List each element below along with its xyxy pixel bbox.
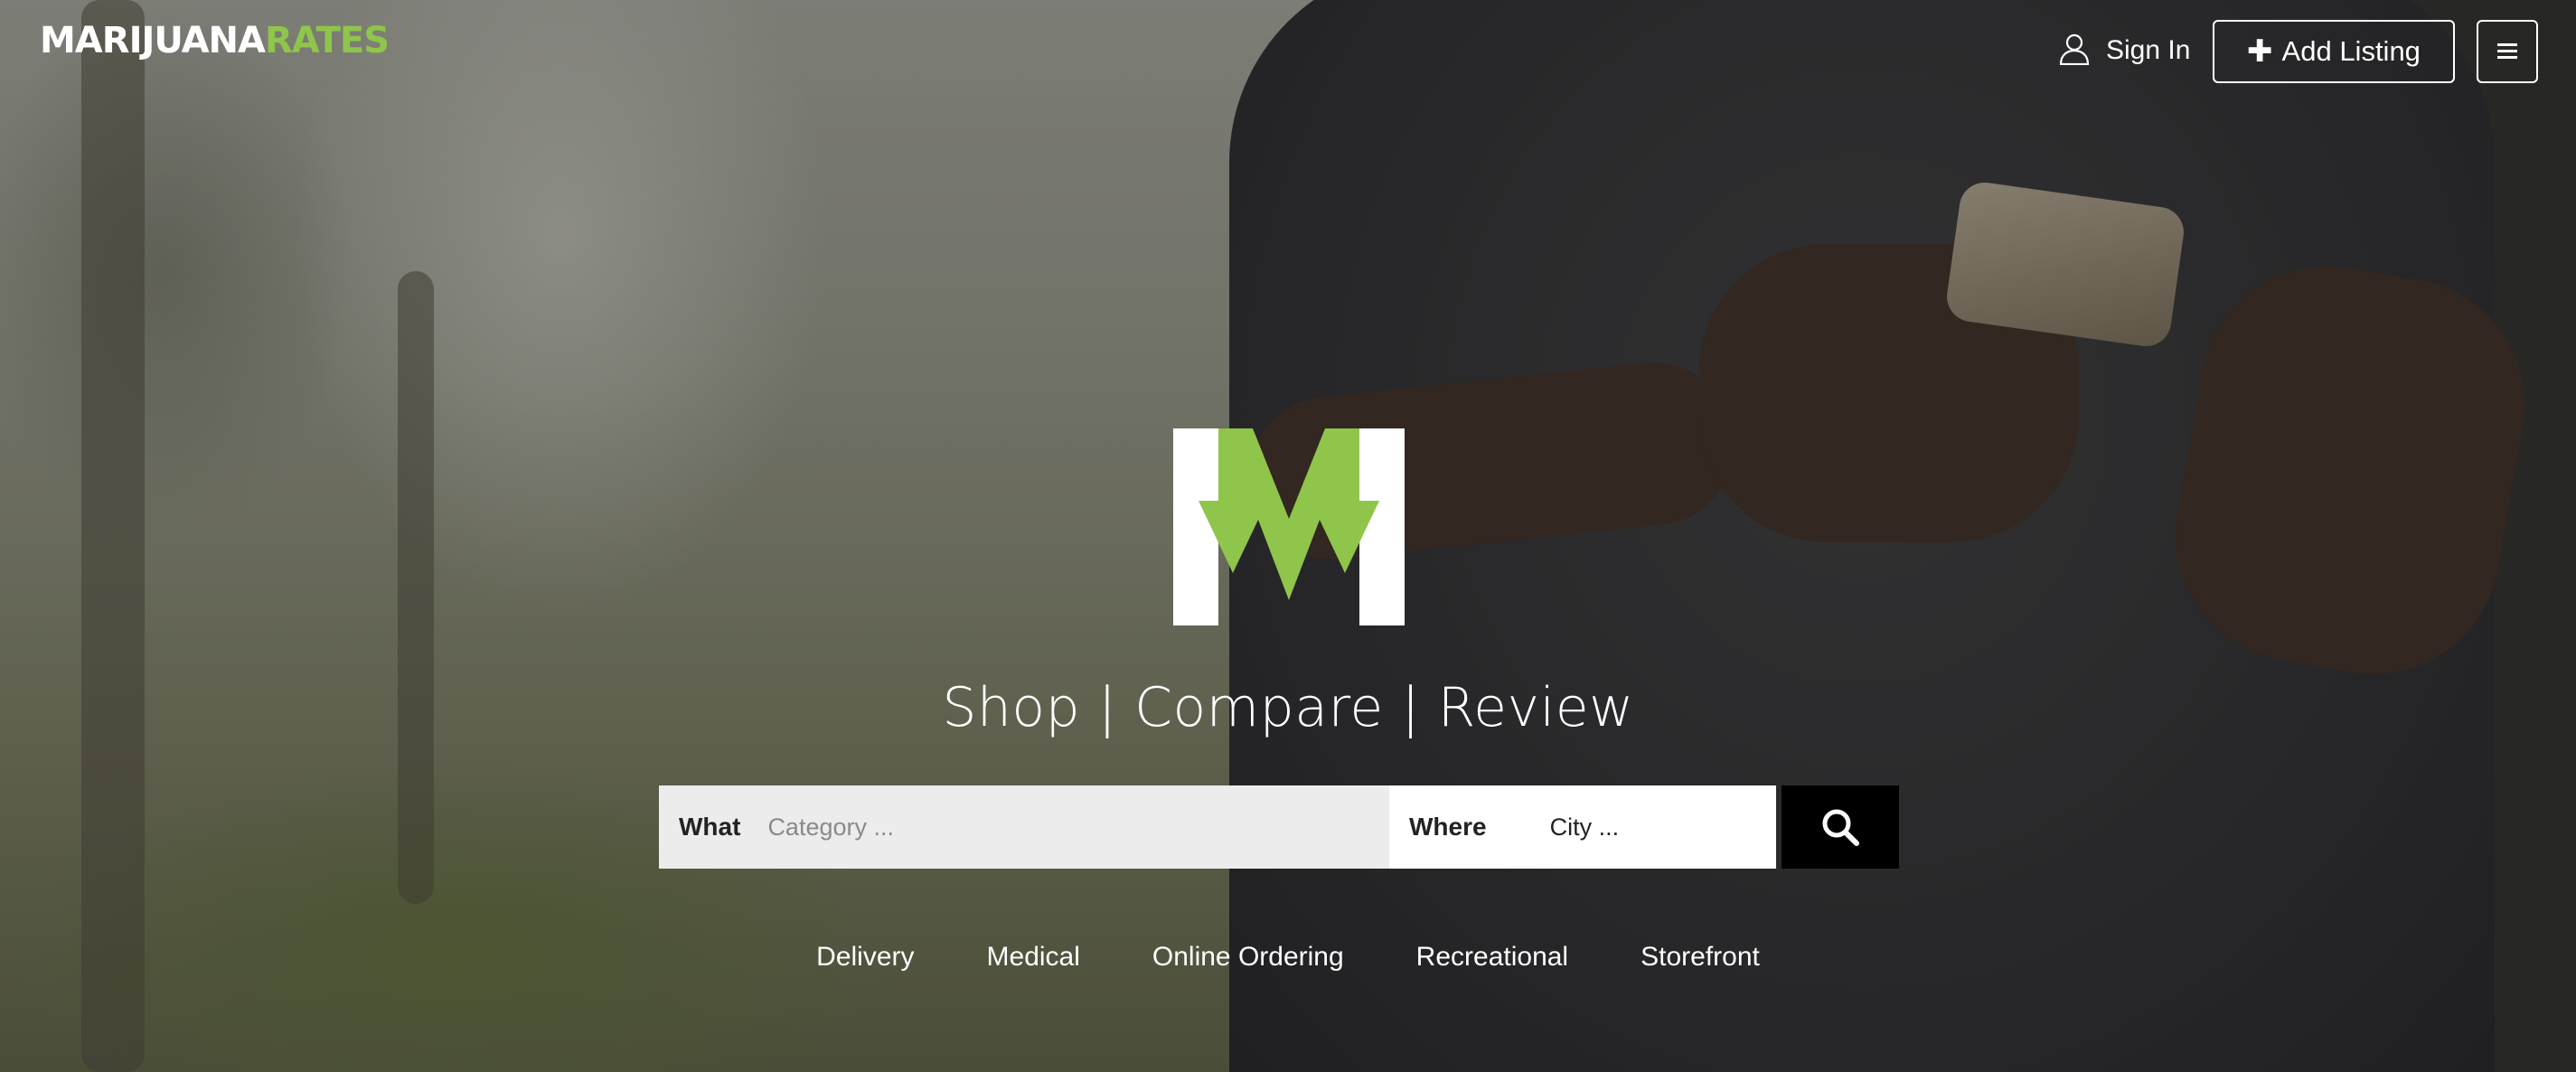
where-label: Where	[1409, 813, 1487, 841]
search-icon	[1822, 809, 1859, 846]
sign-in-label: Sign In	[2106, 35, 2191, 65]
category-link-medical[interactable]: Medical	[987, 942, 1080, 973]
site-logo[interactable]: MARIJUANARATES	[40, 20, 390, 61]
plus-icon: ✚	[2247, 34, 2273, 69]
search-button[interactable]	[1782, 785, 1899, 869]
add-listing-label: Add Listing	[2281, 35, 2421, 67]
category-link-recreational[interactable]: Recreational	[1416, 942, 1568, 973]
hero-tagline: Shop | Compare | Review	[942, 676, 1634, 739]
hamburger-menu-icon	[2497, 43, 2517, 60]
category-link-delivery[interactable]: Delivery	[816, 942, 914, 973]
city-input[interactable]	[1547, 799, 1769, 855]
add-listing-button[interactable]: ✚ Add Listing	[2213, 20, 2455, 83]
what-field: What	[659, 785, 1389, 869]
category-link-online-ordering[interactable]: Online Ordering	[1152, 942, 1344, 973]
search-bar: What Where	[659, 785, 1899, 869]
logo-text-marijuana: MARIJUANA	[40, 20, 266, 61]
category-links: Delivery Medical Online Ordering Recreat…	[0, 942, 2576, 973]
logo-text-rates: RATES	[264, 20, 390, 61]
category-link-storefront[interactable]: Storefront	[1641, 942, 1760, 973]
user-icon	[2059, 33, 2090, 70]
menu-button[interactable]	[2477, 20, 2538, 83]
where-field: Where	[1389, 785, 1776, 869]
sign-in-link[interactable]: Sign In	[2059, 31, 2190, 71]
what-label: What	[679, 813, 741, 841]
category-input[interactable]	[766, 799, 1389, 855]
marijuana-rates-emblem	[1173, 428, 1405, 625]
